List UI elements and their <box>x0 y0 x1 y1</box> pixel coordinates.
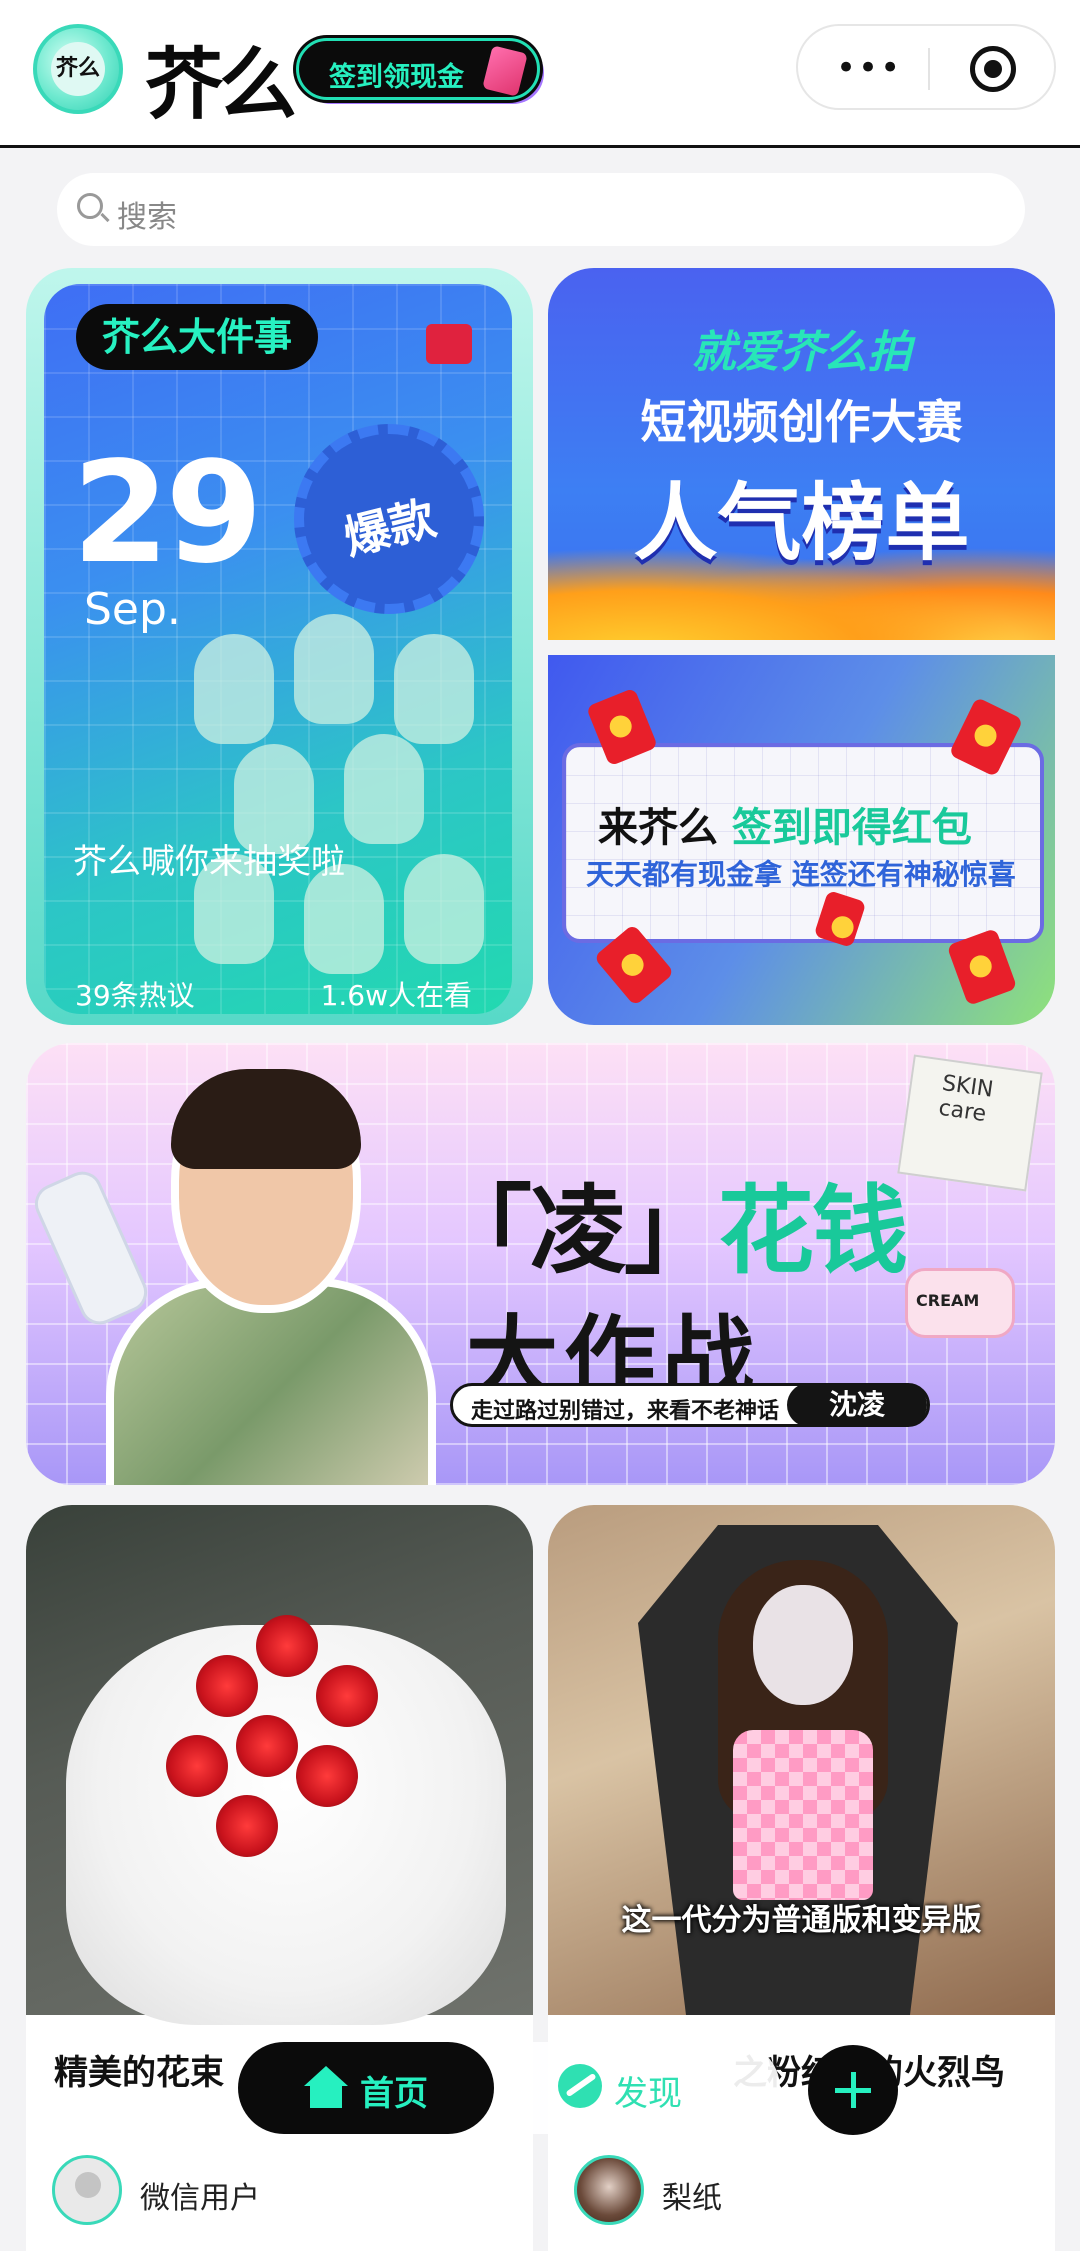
event-month: Sep. <box>84 584 181 635</box>
signin-subtitle: 天天都有现金拿 连签还有神秘惊喜 <box>586 858 1016 891</box>
event-caption: 芥么喊你来抽奖啦 <box>73 842 345 882</box>
rose <box>196 1655 258 1717</box>
home-icon-base <box>310 2084 342 2108</box>
cream-label: CREAM <box>916 1291 980 1310</box>
logo-mark: 芥么 <box>51 42 105 96</box>
capsule-divider <box>928 48 930 90</box>
feed-card[interactable]: 这一代分为普通版和变异版 之粉红色的火烈鸟 梨纸 <box>548 1505 1055 2251</box>
feed-title: 精美的花束 <box>54 2053 224 2093</box>
figurine <box>404 854 484 964</box>
viewer-count: 1.6w人在看 <box>320 979 472 1012</box>
avatar <box>574 2155 644 2225</box>
banner-tagline: 走过路过别错过，来看不老神话 沈凌 <box>450 1383 930 1427</box>
figurines-image <box>174 614 504 984</box>
rose <box>316 1665 378 1727</box>
hot-badge-label: 爆款 <box>338 490 441 566</box>
nav-home-tab[interactable]: 首页 <box>238 2042 494 2134</box>
hot-badge: 爆款 <box>294 424 484 614</box>
contest-subtitle: 短视频创作大赛 <box>640 395 963 449</box>
rose <box>256 1615 318 1677</box>
avatar <box>52 2155 122 2225</box>
search-icon <box>77 193 103 219</box>
host-name: 沈凌 <box>787 1383 927 1427</box>
red-packet-icon <box>482 45 528 97</box>
brand-logo-icon <box>426 324 472 364</box>
signin-title: 来芥么 签到即得红包 <box>598 795 972 853</box>
banner-headline: 「凌」花钱 <box>436 1183 908 1279</box>
more-dots-icon[interactable]: ••• <box>836 48 902 88</box>
skincare-label: SKIN care <box>937 1070 995 1128</box>
nav-home-label: 首页 <box>360 2074 428 2114</box>
nav-discover-tab[interactable]: 发现 <box>552 2042 732 2134</box>
add-post-button[interactable] <box>808 2045 898 2135</box>
doll-photo: 这一代分为普通版和变异版 <box>548 1505 1055 2015</box>
event-day: 29 <box>72 432 263 595</box>
search-placeholder: 搜索 <box>117 200 177 235</box>
feed-card[interactable]: 精美的花束 微信用户 <box>26 1505 533 2251</box>
nav-discover-label: 发现 <box>614 2074 682 2114</box>
target-icon[interactable] <box>970 46 1016 92</box>
comment-count: 39条热议 <box>75 979 195 1012</box>
signin-title-suffix: 签到即得红包 <box>718 805 972 851</box>
author-name: 微信用户 <box>140 2181 260 2216</box>
cream-jar-image: CREAM <box>905 1268 1015 1338</box>
event-card[interactable]: 芥么大件事 爆款 29 Sep. 芥么喊你来抽奖啦 39条热议 1.6w人在看 <box>26 268 533 1025</box>
author-name: 梨纸 <box>662 2181 722 2216</box>
signin-redpacket-banner[interactable]: 来芥么 签到即得红包 天天都有现金拿 连签还有神秘惊喜 <box>548 655 1055 1025</box>
event-poster: 芥么大件事 爆款 29 Sep. 芥么喊你来抽奖啦 39条热议 1.6w人在看 <box>44 284 512 1014</box>
signin-cash-button[interactable]: 签到领现金 <box>296 38 540 100</box>
figurine <box>294 614 374 724</box>
top-header: 芥么 芥么 签到领现金 ••• <box>0 0 1080 148</box>
bouquet-photo <box>26 1505 533 2025</box>
figurine <box>194 634 274 744</box>
host-photo <box>106 1069 436 1485</box>
miniprogram-capsule: ••• <box>796 24 1056 110</box>
rose <box>216 1795 278 1857</box>
figurine <box>344 734 424 844</box>
brand-name: 芥么 <box>145 40 297 130</box>
figurine <box>394 634 474 744</box>
banner-headline-rest: 花钱 <box>718 1175 908 1287</box>
bouquet-wrap <box>66 1625 506 2025</box>
banner-headline-name: 「凌」 <box>436 1175 720 1287</box>
signin-title-prefix: 来芥么 <box>598 805 718 851</box>
contest-title: 人气榜单 <box>633 474 970 572</box>
app-logo-badge[interactable]: 芥么 <box>33 24 123 114</box>
home-icon <box>304 2066 348 2110</box>
contest-banner[interactable]: 就爱芥么拍 短视频创作大赛 人气榜单 <box>548 268 1055 640</box>
doll-face <box>753 1585 853 1705</box>
rose <box>236 1715 298 1777</box>
doll-dress <box>733 1730 873 1900</box>
event-tag: 芥么大件事 <box>76 304 319 370</box>
skincare-card: SKIN care <box>897 1054 1043 1192</box>
promo-banner[interactable]: SKIN care 「凌」花钱 大作战 CREAM 走过路过别错过，来看不老神话… <box>26 1043 1055 1485</box>
video-subtitle: 这一代分为普通版和变异版 <box>621 1903 982 1938</box>
discover-icon <box>558 2064 602 2108</box>
search-input[interactable]: 搜索 <box>57 173 1025 246</box>
rose <box>166 1735 228 1797</box>
tagline-text: 走过路过别错过，来看不老神话 <box>471 1399 780 1424</box>
rose <box>296 1745 358 1807</box>
contest-slogan: 就爱芥么拍 <box>691 327 912 378</box>
host-hair <box>171 1069 361 1169</box>
signin-label: 签到领现金 <box>329 62 464 93</box>
home-icon-roof <box>304 2066 348 2086</box>
